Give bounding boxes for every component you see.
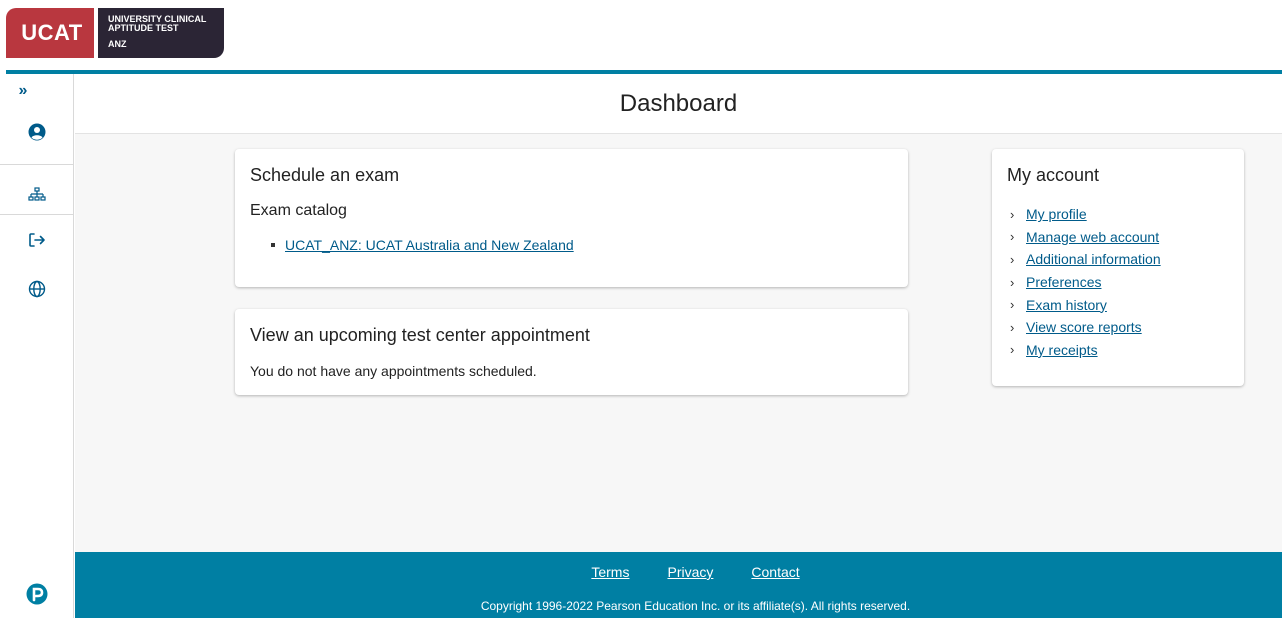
chevron-right-icon: › [1010,229,1015,245]
sitemap-button[interactable] [0,175,74,215]
account-links-list: › My profile › Manage web account › Additio… [1010,203,1161,361]
schedule-exam-title: Schedule an exam [250,165,400,185]
logo-text-block: UNIVERSITY CLINICAL APTITUDE TEST ANZ [98,8,224,58]
footer: Terms Privacy Contact Copyright 1996-202… [75,552,1282,618]
list-item: › Additional information [1010,248,1161,271]
no-appointments-text: You do not have any appointments schedul… [250,363,537,379]
ucat-logo[interactable]: UCAT UNIVERSITY CLINICAL APTITUDE TEST A… [6,8,224,58]
list-item: › My receipts [1010,339,1161,362]
list-item: › Preferences [1010,271,1161,294]
double-chevron-right-icon: » [18,82,28,99]
my-account-card: My account › My profile › Manage web accou… [992,149,1244,386]
view-score-reports-link[interactable]: View score reports [1026,319,1142,335]
language-button[interactable] [0,269,74,309]
preferences-link[interactable]: Preferences [1026,274,1101,290]
chevron-right-icon: › [1010,274,1015,290]
chevron-right-icon: › [1010,319,1015,335]
chevron-right-icon: › [1010,251,1015,267]
my-account-title: My account [1007,165,1100,185]
appointment-card: View an upcoming test center appointment… [235,309,908,395]
manage-web-account-link[interactable]: Manage web account [1026,229,1159,245]
schedule-exam-card: Schedule an exam Exam catalog UCAT_ANZ: … [235,149,908,287]
user-circle-icon [28,123,46,141]
chevron-right-icon: › [1010,206,1015,222]
exam-history-link[interactable]: Exam history [1026,297,1107,313]
list-item: › Manage web account [1010,226,1161,249]
copyright-text: Copyright 1996-2022 Pearson Education In… [480,599,911,613]
my-receipts-link[interactable]: My receipts [1026,342,1098,358]
list-item: › View score reports [1010,316,1161,339]
footer-links: Terms Privacy Contact [92,564,1282,580]
list-item: › Exam history [1010,293,1161,316]
pearson-logo-icon [26,583,48,605]
logo-region: ANZ [108,39,127,49]
logo-ucat-mark: UCAT [6,8,98,58]
page-title: Dashboard [619,89,738,117]
page-title-bar: Dashboard [75,74,1282,134]
exam-catalog-label: Exam catalog [250,202,347,219]
privacy-link[interactable]: Privacy [667,564,713,580]
list-item: › My profile [1010,203,1161,226]
sidebar: » [0,74,74,618]
additional-information-link[interactable]: Additional information [1026,251,1161,267]
main-content: Dashboard Schedule an exam Exam catalog … [75,74,1282,552]
chevron-right-icon: › [1010,297,1015,313]
profile-button[interactable] [0,112,74,152]
logo-line2: APTITUDE TEST [108,23,179,33]
sitemap-icon [28,187,46,201]
my-profile-link[interactable]: My profile [1026,206,1087,222]
pearson-home-button[interactable] [0,574,74,614]
sidebar-divider [0,164,74,165]
sidebar-divider [0,214,74,215]
globe-icon [28,280,46,298]
expand-sidebar-button[interactable]: » [0,74,74,108]
sign-out-button[interactable] [0,220,74,260]
appointment-title: View an upcoming test center appointment [250,325,590,345]
bullet-icon [271,243,275,247]
exam-list-item: UCAT_ANZ: UCAT Australia and New Zealand [271,237,574,253]
chevron-right-icon: › [1010,342,1015,358]
sign-out-icon [29,233,45,247]
contact-link[interactable]: Contact [751,564,799,580]
top-header: UCAT UNIVERSITY CLINICAL APTITUDE TEST A… [0,0,1282,70]
exam-link-ucat-anz[interactable]: UCAT_ANZ: UCAT Australia and New Zealand [285,237,574,253]
terms-link[interactable]: Terms [591,564,629,580]
